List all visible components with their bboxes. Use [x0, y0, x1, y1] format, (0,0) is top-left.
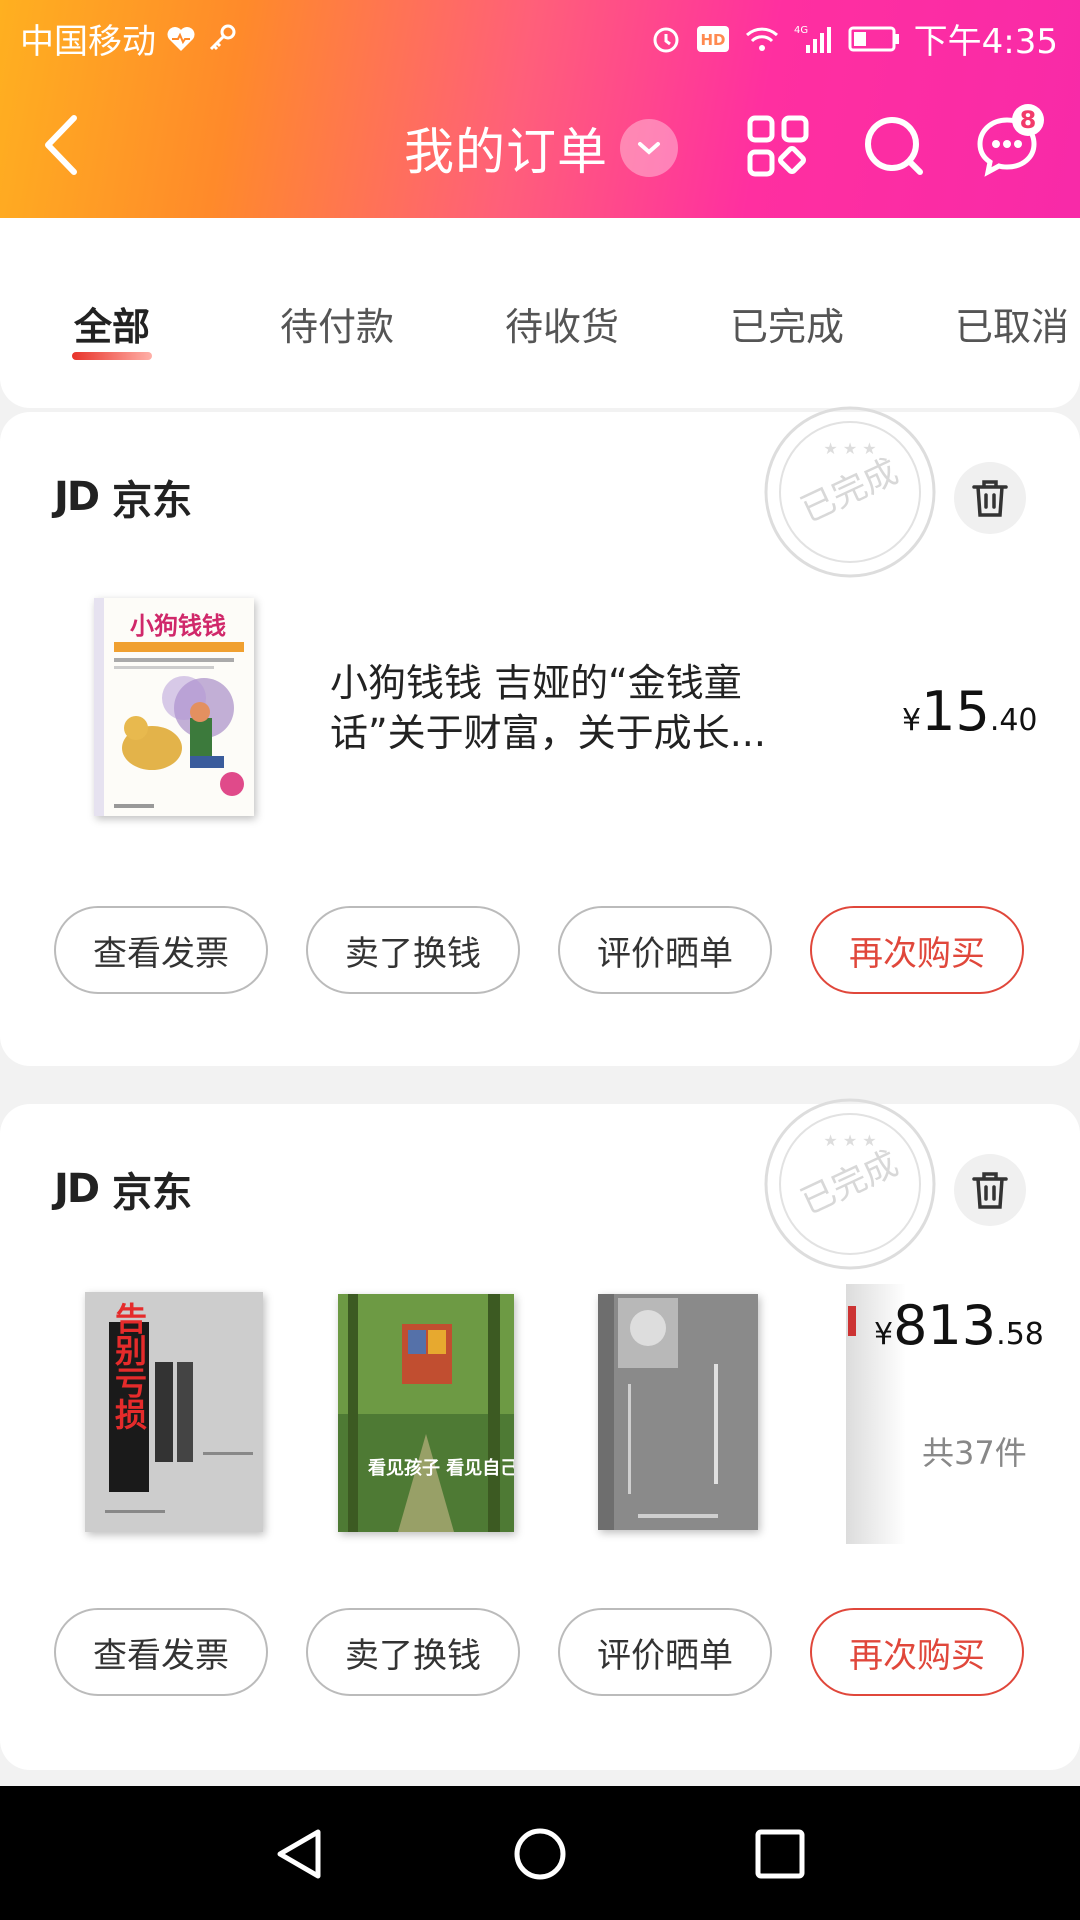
order-card[interactable]: JD 京东 已完成 ★ ★ ★ 小狗钱钱 小狗钱钱 吉娅的“金钱童话”关于财富，…	[0, 406, 1080, 1066]
jd-logo: JD	[54, 1166, 100, 1212]
book-cover-title: 小狗钱钱	[130, 612, 226, 640]
price-integer: 15	[921, 680, 990, 743]
review-button[interactable]: 评价晒单	[558, 906, 772, 994]
circle-home-icon	[514, 1828, 566, 1880]
triangle-back-icon	[277, 1829, 321, 1879]
signal-icon: 4G	[794, 23, 834, 55]
hd-icon: HD	[696, 24, 730, 54]
trash-icon	[972, 480, 1008, 517]
square-recents-icon	[755, 1829, 805, 1879]
product-image[interactable]: 小狗钱钱	[94, 598, 254, 816]
price-currency: ¥	[902, 703, 922, 738]
product-image[interactable]: 告别亏损	[85, 1292, 263, 1532]
resell-button[interactable]: 卖了换钱	[306, 906, 520, 994]
shop-header[interactable]: JD 京东	[54, 1160, 192, 1218]
tab-all[interactable]: 全部	[74, 296, 150, 351]
title-dropdown[interactable]: 我的订单	[404, 112, 678, 184]
product-image[interactable]: 看见孩子 看见自己	[338, 1294, 518, 1532]
wifi-icon	[744, 24, 780, 54]
buy-again-button[interactable]: 再次购买	[810, 1608, 1024, 1696]
price-integer: 813	[893, 1294, 997, 1357]
svg-text:HD: HD	[700, 31, 725, 49]
system-home-button[interactable]	[512, 1826, 568, 1886]
clock-label: 下午4:35	[913, 22, 1058, 62]
book-cover-title: 看见孩子 看见自己	[367, 1457, 514, 1479]
back-button[interactable]	[38, 110, 88, 180]
order-price: ¥813.58	[874, 1294, 1044, 1357]
view-invoice-button[interactable]: 查看发票	[54, 1608, 268, 1696]
chevron-down-icon	[620, 119, 678, 177]
stamp-text: 已完成	[795, 1143, 904, 1222]
system-navigation-bar	[0, 1786, 1080, 1920]
book-cover-title: 告别亏损	[110, 1302, 148, 1431]
stamp-text: 已完成	[795, 451, 904, 530]
view-invoice-button[interactable]: 查看发票	[54, 906, 268, 994]
resell-button[interactable]: 卖了换钱	[306, 1608, 520, 1696]
order-card[interactable]: JD 京东 已完成 ★ ★ ★ 告别亏损 看见孩子 看见自己 ¥813.58 共…	[0, 1098, 1080, 1770]
alarm-icon	[650, 23, 682, 55]
status-bar: 中国移动 HD 4G 下午4:35	[0, 0, 1080, 72]
tab-cancelled[interactable]: 已取消	[955, 296, 1069, 351]
apps-grid-button[interactable]	[746, 114, 810, 178]
shop-name: 京东	[112, 478, 193, 524]
active-tab-indicator	[72, 352, 152, 360]
shop-name: 京东	[112, 1170, 193, 1216]
system-back-button[interactable]	[272, 1826, 328, 1886]
message-count-badge: 8	[1012, 104, 1044, 136]
svg-text:★ ★ ★: ★ ★ ★	[823, 1131, 876, 1150]
product-image[interactable]	[598, 1294, 758, 1530]
svg-text:★ ★ ★: ★ ★ ★	[823, 439, 876, 458]
delete-order-button[interactable]	[954, 462, 1026, 534]
heart-rate-icon	[166, 25, 196, 53]
status-right: HD 4G 下午4:35	[650, 14, 1058, 63]
order-price: ¥15.40	[902, 680, 1038, 743]
tab-pending-payment[interactable]: 待付款	[280, 296, 394, 351]
trash-icon	[972, 1172, 1008, 1209]
buy-again-button[interactable]: 再次购买	[810, 906, 1024, 994]
grid-icon	[747, 115, 809, 177]
battery-icon	[848, 25, 900, 53]
product-title[interactable]: 小狗钱钱 吉娅的“金钱童话”关于财富，关于成长...	[330, 658, 820, 758]
review-button[interactable]: 评价晒单	[558, 1608, 772, 1696]
carrier-label: 中国移动	[20, 22, 156, 62]
chevron-left-icon	[45, 115, 77, 175]
status-left: 中国移动	[20, 14, 238, 63]
system-recents-button[interactable]	[752, 1826, 808, 1886]
completed-stamp: 已完成 ★ ★ ★	[760, 402, 940, 582]
price-decimal: .40	[989, 703, 1038, 738]
key-icon	[206, 23, 238, 55]
jd-logo: JD	[54, 474, 100, 520]
network-type-label: 4G	[794, 25, 808, 36]
order-tabs: 全部 待付款 待收货 已完成 已取消	[0, 218, 1080, 408]
price-decimal: .58	[996, 1317, 1044, 1352]
item-count: 共37件	[922, 1434, 1027, 1472]
shop-header[interactable]: JD 京东	[54, 468, 192, 526]
tab-completed[interactable]: 已完成	[730, 296, 844, 351]
search-button[interactable]	[862, 114, 926, 178]
delete-order-button[interactable]	[954, 1154, 1026, 1226]
price-currency: ¥	[874, 1317, 894, 1352]
nav-bar: 我的订单 8	[0, 92, 1080, 202]
tab-pending-receipt[interactable]: 待收货	[505, 296, 619, 351]
header-background: 中国移动 HD 4G 下午4:35 我的订单 8	[0, 0, 1080, 218]
page-title: 我的订单	[404, 123, 608, 181]
completed-stamp: 已完成 ★ ★ ★	[760, 1094, 940, 1274]
search-icon	[865, 117, 923, 175]
